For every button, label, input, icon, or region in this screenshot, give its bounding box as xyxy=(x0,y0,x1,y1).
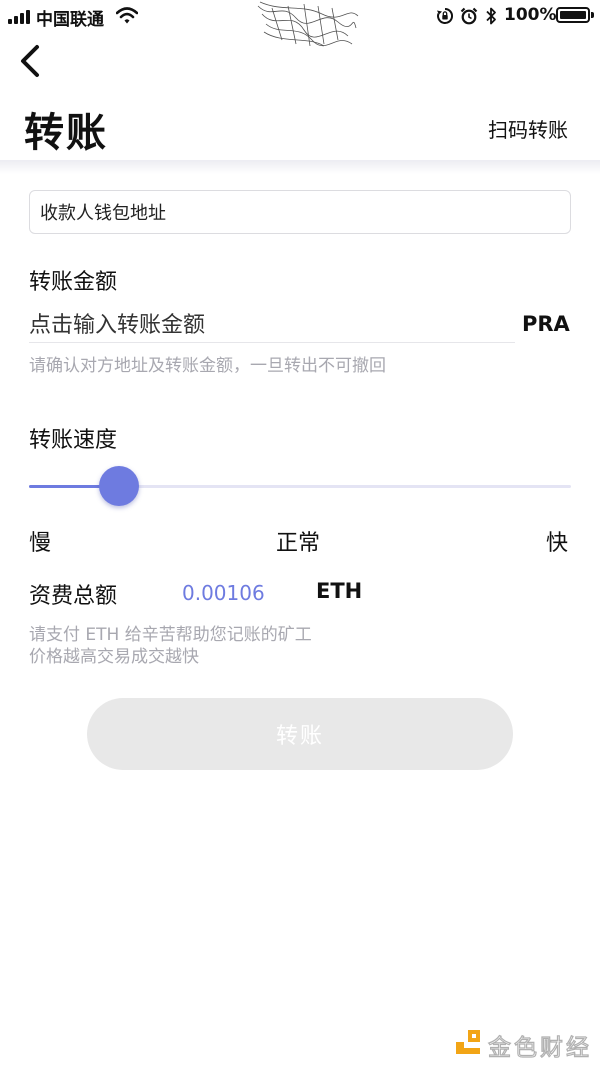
wifi-icon xyxy=(116,7,138,24)
speed-label: 转账速度 xyxy=(29,428,118,453)
watermark-text: 金色财经 xyxy=(487,1034,592,1061)
transfer-submit-button[interactable]: 转账 xyxy=(87,698,513,770)
battery-icon xyxy=(556,7,590,23)
speed-slider-thumb[interactable] xyxy=(99,466,140,506)
orientation-lock-icon xyxy=(437,7,454,24)
alarm-icon xyxy=(460,7,478,25)
fee-hint-1: 请支付 ETH 给辛苦帮助您记账的矿工 xyxy=(29,625,312,645)
fee-label: 资费总额 xyxy=(29,584,118,609)
amount-unit: PRA xyxy=(522,312,570,336)
battery-tip xyxy=(591,12,594,18)
bluetooth-icon xyxy=(486,7,496,25)
signal-icon xyxy=(8,10,30,24)
amount-input[interactable] xyxy=(29,308,515,343)
fee-unit: ETH xyxy=(316,579,363,603)
speed-slow-label: 慢 xyxy=(29,531,52,556)
battery-percent: 100% xyxy=(504,5,557,25)
carrier-name: 中国联通 xyxy=(36,10,104,30)
amount-label: 转账金额 xyxy=(29,270,118,295)
scribble-mark xyxy=(257,1,359,47)
watermark-logo-icon xyxy=(456,1030,480,1054)
amount-hint: 请确认对方地址及转账金额，一旦转出不可撤回 xyxy=(29,356,386,376)
scan-transfer-button[interactable]: 扫码转账 xyxy=(488,114,568,143)
header-divider xyxy=(0,160,600,174)
fee-value: 0.00106 xyxy=(182,581,265,605)
back-chevron-icon[interactable] xyxy=(14,42,48,80)
fee-hint-2: 价格越高交易成交越快 xyxy=(29,647,199,667)
page-title: 转账 xyxy=(24,110,108,156)
speed-normal-label: 正常 xyxy=(276,531,321,556)
status-bar: 中国联通 100% xyxy=(0,0,600,47)
wallet-address-field[interactable] xyxy=(29,190,571,235)
speed-fast-label: 快 xyxy=(546,531,569,556)
wallet-address-input[interactable] xyxy=(38,191,562,235)
